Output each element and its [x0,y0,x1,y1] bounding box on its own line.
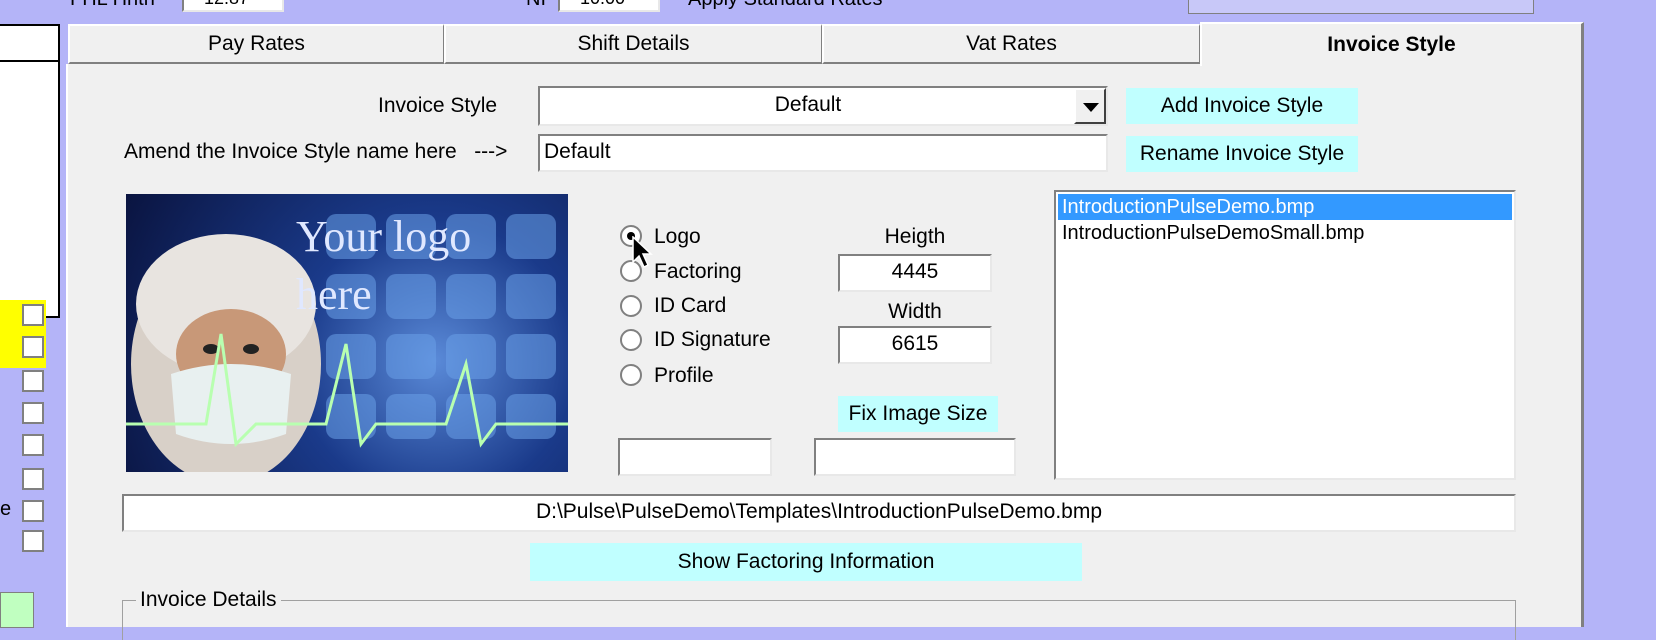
fhl-rate-value: 12.87 [204,0,249,8]
invoice-style-select[interactable]: Default [538,86,1108,126]
radio-factoring-label: Factoring [654,260,742,283]
radio-id-card-label: ID Card [654,294,727,317]
width-label: Width [888,300,942,323]
image-path-field[interactable]: D:\Pulse\PulseDemo\Templates\Introductio… [122,494,1516,532]
ni-label: NI [526,0,546,11]
logo-placeholder-text: Your logo here [296,212,472,319]
ni-rate-value: 10.00 [580,0,625,8]
ni-rate-select[interactable]: 10.00 [558,0,660,12]
height-label: Heigth [884,225,946,248]
invoice-style-name-value: Default [544,140,611,163]
blank-input-2[interactable] [814,438,1016,476]
tab-pay-rates[interactable]: Pay Rates [68,24,444,64]
image-file-list[interactable]: IntroductionPulseDemo.bmp IntroductionPu… [1054,190,1516,480]
apply-standard-rates-label[interactable]: Apply Standard Rates [688,0,883,11]
fix-image-size-label: Fix Image Size [848,402,988,425]
left-panel: e [0,24,60,628]
show-factoring-information-label: Show Factoring Information [677,550,935,573]
left-checkbox-3[interactable] [22,370,44,392]
fhl-rate-select[interactable]: 12.87 [182,0,284,12]
tab-invoice-style[interactable]: Invoice Style [1200,22,1584,66]
add-invoice-style-button[interactable]: Add Invoice Style [1126,88,1358,124]
rename-invoice-style-label: Rename Invoice Style [1139,142,1345,165]
rename-invoice-style-button[interactable]: Rename Invoice Style [1126,136,1358,172]
dropdown-button[interactable] [1074,88,1106,124]
height-value: 4445 [891,260,939,283]
tab-shift-details[interactable]: Shift Details [444,24,822,64]
tab-pay-rates-label: Pay Rates [208,32,305,55]
invoice-style-name-input[interactable]: Default [538,134,1108,172]
file-list-item[interactable]: IntroductionPulseDemoSmall.bmp [1058,220,1512,246]
top-strip: FHL Hrith 12.87 NI 10.00 Apply Standard … [0,0,1656,20]
amend-style-name-label: Amend the Invoice Style name here ---> [124,140,508,163]
image-path-value: D:\Pulse\PulseDemo\Templates\Introductio… [535,500,1103,523]
show-factoring-information-button[interactable]: Show Factoring Information [530,543,1082,581]
left-checkbox-7[interactable] [22,500,44,522]
tab-invoice-style-label: Invoice Style [1327,33,1456,56]
width-input[interactable]: 6615 [838,326,992,364]
radio-profile[interactable] [620,364,642,386]
height-input[interactable]: 4445 [838,254,992,292]
logo-preview-image: Your logo here [126,194,568,472]
tab-vat-rates-label: Vat Rates [966,32,1057,55]
radio-profile-label: Profile [654,364,714,387]
file-list-item[interactable]: IntroductionPulseDemo.bmp [1058,194,1512,220]
radio-logo-label: Logo [654,225,701,248]
left-partial-label: e [0,498,12,520]
fix-image-size-button[interactable]: Fix Image Size [838,396,998,432]
left-checkbox-6[interactable] [22,468,44,490]
invoice-style-label: Invoice Style [378,94,498,117]
invoice-details-label: Invoice Details [136,588,281,612]
invoice-details-group [122,600,1516,640]
left-checkbox-8[interactable] [22,530,44,552]
chevron-down-icon [1083,103,1099,112]
blank-input-1[interactable] [618,438,772,476]
top-right-box [1188,0,1534,14]
mouse-cursor-icon [632,236,653,269]
invoice-style-selected: Default [774,93,842,116]
radio-id-signature[interactable] [620,329,642,351]
green-highlight [0,592,34,628]
left-list-box[interactable] [0,62,60,318]
tab-shift-details-label: Shift Details [577,32,690,55]
left-checkbox-4[interactable] [22,402,44,424]
tab-vat-rates[interactable]: Vat Rates [822,24,1200,64]
left-checkbox-2[interactable] [22,336,44,358]
width-value: 6615 [891,332,939,355]
left-checkbox-1[interactable] [22,304,44,326]
left-checkbox-5[interactable] [22,434,44,456]
fhl-label: FHL Hrith [70,0,155,11]
radio-id-signature-label: ID Signature [654,328,771,351]
radio-id-card[interactable] [620,295,642,317]
add-invoice-style-label: Add Invoice Style [1160,94,1324,117]
left-input-box[interactable] [0,24,60,62]
